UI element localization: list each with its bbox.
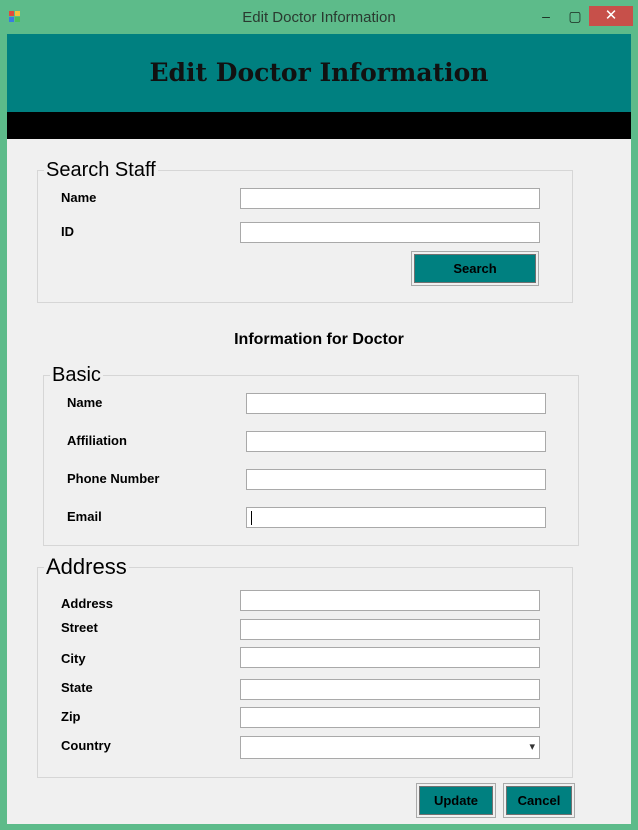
search-name-label: Name	[61, 190, 97, 205]
address-legend: Address	[46, 554, 127, 579]
form-client-area: Edit Doctor Information Search Staff Nam…	[7, 34, 631, 824]
address-input[interactable]	[240, 590, 540, 611]
basic-name-label: Name	[67, 395, 103, 410]
state-label: State	[61, 680, 93, 695]
basic-legend: Basic	[52, 364, 101, 386]
text-caret	[251, 511, 252, 525]
search-button[interactable]: Search	[414, 254, 536, 283]
close-button[interactable]: ✕	[589, 6, 633, 26]
city-input[interactable]	[240, 647, 540, 668]
header-divider-bar	[7, 112, 631, 139]
street-input[interactable]	[240, 619, 540, 640]
update-button[interactable]: Update	[419, 786, 493, 815]
chevron-down-icon: ▾	[529, 741, 535, 753]
city-label: City	[61, 651, 86, 666]
search-id-label: ID	[61, 224, 74, 239]
phone-number-label: Phone Number	[67, 471, 160, 486]
basic-name-input[interactable]	[246, 393, 546, 414]
minimize-button[interactable]: ‒	[533, 6, 559, 26]
zip-input[interactable]	[240, 707, 540, 728]
window-titlebar: Edit Doctor Information ‒ ▢ ✕	[0, 0, 638, 34]
cancel-button[interactable]: Cancel	[506, 786, 572, 815]
affiliation-input[interactable]	[246, 431, 546, 452]
state-input[interactable]	[240, 679, 540, 700]
search-id-input[interactable]	[240, 222, 540, 243]
address-label: Address	[61, 596, 114, 611]
zip-label: Zip	[61, 709, 81, 724]
country-label: Country	[61, 738, 111, 753]
email-label: Email	[67, 509, 102, 524]
country-select[interactable]: ▾	[240, 736, 540, 759]
street-label: Street	[61, 620, 98, 635]
info-heading: Information for Doctor	[234, 331, 404, 348]
affiliation-label: Affiliation	[67, 433, 127, 448]
search-name-input[interactable]	[240, 188, 540, 209]
maximize-button[interactable]: ▢	[562, 6, 588, 26]
header-banner: Edit Doctor Information	[7, 34, 631, 112]
email-input[interactable]	[246, 507, 546, 528]
search-staff-legend: Search Staff	[46, 159, 156, 181]
phone-number-input[interactable]	[246, 469, 546, 490]
page-title: Edit Doctor Information	[149, 58, 489, 87]
